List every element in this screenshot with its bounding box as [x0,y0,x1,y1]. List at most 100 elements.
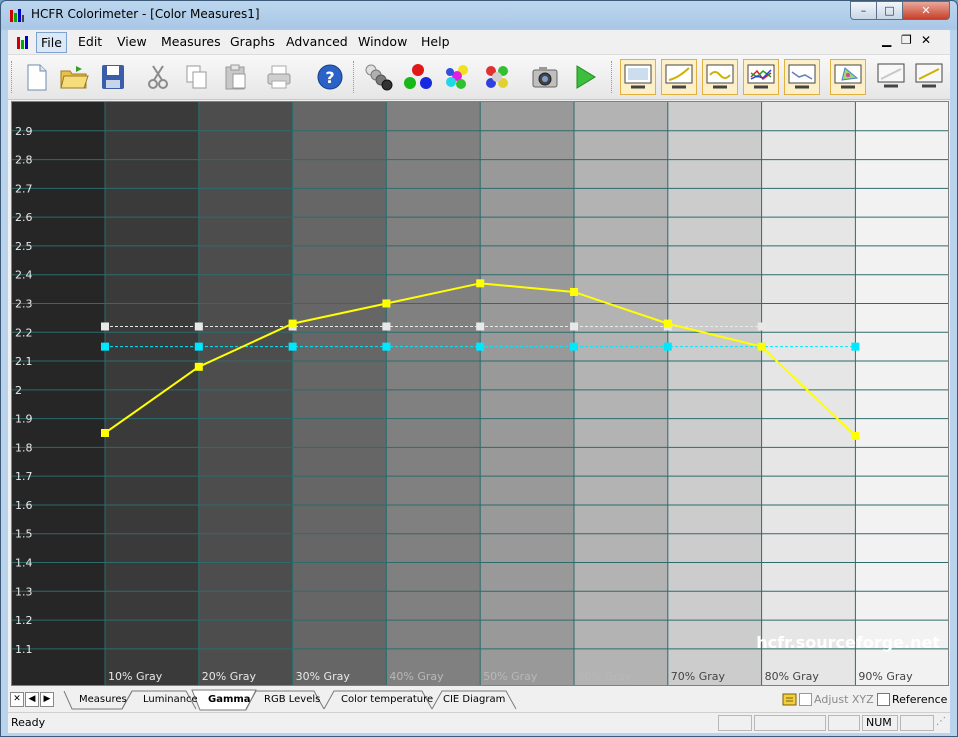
status-bar: Ready NUM ⋰ [8,712,950,733]
x-tick-label: 70% Gray [671,670,726,683]
primary-colors-button[interactable] [402,62,434,92]
view-color-temp-button[interactable] [784,59,820,95]
data-point-1 [757,322,766,331]
menu-edit[interactable]: Edit [75,34,105,49]
view-monitor-2-icon [877,63,905,88]
tab-color-temperature[interactable]: Color temperature [341,691,433,705]
help-icon: ? [317,64,343,90]
tab-rgb-levels[interactable]: RGB Levels [264,691,320,705]
paste-button[interactable] [219,62,251,92]
x-tick-label: 90% Gray [858,670,913,683]
open-folder-icon [60,66,89,89]
play-measure-button[interactable] [569,62,601,92]
gray-band [104,102,199,685]
arrow-left-icon: ◀ [28,694,36,704]
cut-button[interactable] [142,62,174,92]
gray-band [667,102,762,685]
x-tick-label: 40% Gray [389,670,444,683]
resize-grip-icon[interactable]: ⋰ [936,716,946,727]
data-point-2 [288,342,297,351]
data-point-2 [382,342,391,351]
reference-checkbox[interactable] [877,693,890,706]
status-pane-1 [718,715,752,731]
camera-icon [532,67,558,88]
menu-view[interactable]: View [114,34,150,49]
view-monitor-2-button[interactable] [874,59,910,95]
data-point-2 [194,342,203,351]
menu-window[interactable]: Window [355,34,410,49]
camera-button[interactable] [529,62,561,92]
color-mix-button[interactable] [481,62,513,92]
tab-measures[interactable]: Measures [79,691,127,705]
title-bar[interactable]: HCFR Colorimeter - [Color Measures1] – □… [1,1,957,29]
data-point-0 [570,287,578,296]
y-tick-label: 1.7 [15,470,33,483]
help-button[interactable]: ? [314,62,346,92]
mdi-restore-icon[interactable]: ❐ [901,33,912,47]
view-cie-diagram-button[interactable] [830,59,866,95]
new-document-button[interactable] [20,62,52,92]
status-pane-3 [828,715,860,731]
toolbar: ? [8,55,950,100]
x-tick-label: 50% Gray [483,670,538,683]
data-point-0 [194,362,203,371]
tab-nav-first-button[interactable]: ✕ [10,692,24,707]
tab-cie-diagram[interactable]: CIE Diagram [443,691,505,705]
close-button[interactable]: ✕ [902,1,950,20]
gray-sequence-button[interactable] [363,62,395,92]
data-point-2 [663,342,672,351]
tab-gamma[interactable]: Gamma [208,691,251,705]
x-tick-label: 10% Gray [108,670,163,683]
save-disk-icon [102,65,124,89]
view-monitor-3-button[interactable] [912,59,948,95]
data-point-0 [288,319,297,328]
gray-band [292,102,387,685]
view-rgb-levels-button[interactable] [743,59,779,95]
adjust-icon[interactable] [782,692,797,707]
adjust-xyz-checkbox[interactable] [799,693,812,706]
menu-advanced[interactable]: Advanced [283,34,351,49]
view-gamma-button[interactable] [661,59,697,95]
secondary-colors-button[interactable] [441,62,473,92]
data-point-0 [663,319,672,328]
mdi-minimize-icon[interactable]: ▁ [882,33,891,47]
y-tick-label: 2.9 [15,125,33,138]
minimize-button[interactable]: – [850,1,877,20]
copy-button[interactable] [180,62,212,92]
document-icon[interactable] [16,34,32,50]
secondary-colors-icon [446,65,468,89]
y-tick-label: 1.4 [15,557,33,570]
y-tick-label: 1.3 [15,585,33,598]
menu-help[interactable]: Help [418,34,453,49]
y-tick-label: 1.8 [15,441,33,454]
toolbar-grip-2[interactable] [353,61,357,93]
print-button[interactable] [263,62,295,92]
toolbar-grip-3[interactable] [611,61,615,93]
gray-band [761,102,856,685]
menu-graphs[interactable]: Graphs [227,34,278,49]
gray-band [480,102,574,685]
play-measure-icon [576,65,596,89]
maximize-button[interactable]: □ [876,1,903,20]
window-title: HCFR Colorimeter - [Color Measures1] [31,7,260,21]
gamma-graph[interactable]: 1.1 1.2 1.3 1.4 1.5 1.6 1.7 1.8 1.9 2 2.1 2.2 2.3 2.4… [11,101,949,686]
view-monitor-button[interactable] [620,59,656,95]
data-point-1 [101,322,109,331]
menu-measures[interactable]: Measures [158,34,224,49]
gamma-chart: 1.1 1.2 1.3 1.4 1.5 1.6 1.7 1.8 1.9 2 2.1 2.2 2.3 2.4… [12,102,948,685]
y-tick-label: 2.6 [15,211,33,224]
toolbar-grip[interactable] [11,61,15,93]
save-button[interactable] [97,62,129,92]
mdi-close-icon[interactable]: ✕ [921,33,931,47]
x-tick-label: 80% Gray [765,670,820,683]
data-point-0 [101,428,109,437]
y-tick-label: 2.3 [15,297,33,310]
view-luminance-button[interactable] [702,59,738,95]
tab-nav-next-button[interactable]: ▶ [40,692,54,707]
menu-file[interactable]: File [36,32,67,53]
gray-band [198,102,293,685]
tab-nav-prev-button[interactable]: ◀ [25,692,39,707]
open-button[interactable] [58,62,90,92]
y-tick-label: 2.4 [15,269,33,282]
tab-luminance[interactable]: Luminance [143,691,198,705]
